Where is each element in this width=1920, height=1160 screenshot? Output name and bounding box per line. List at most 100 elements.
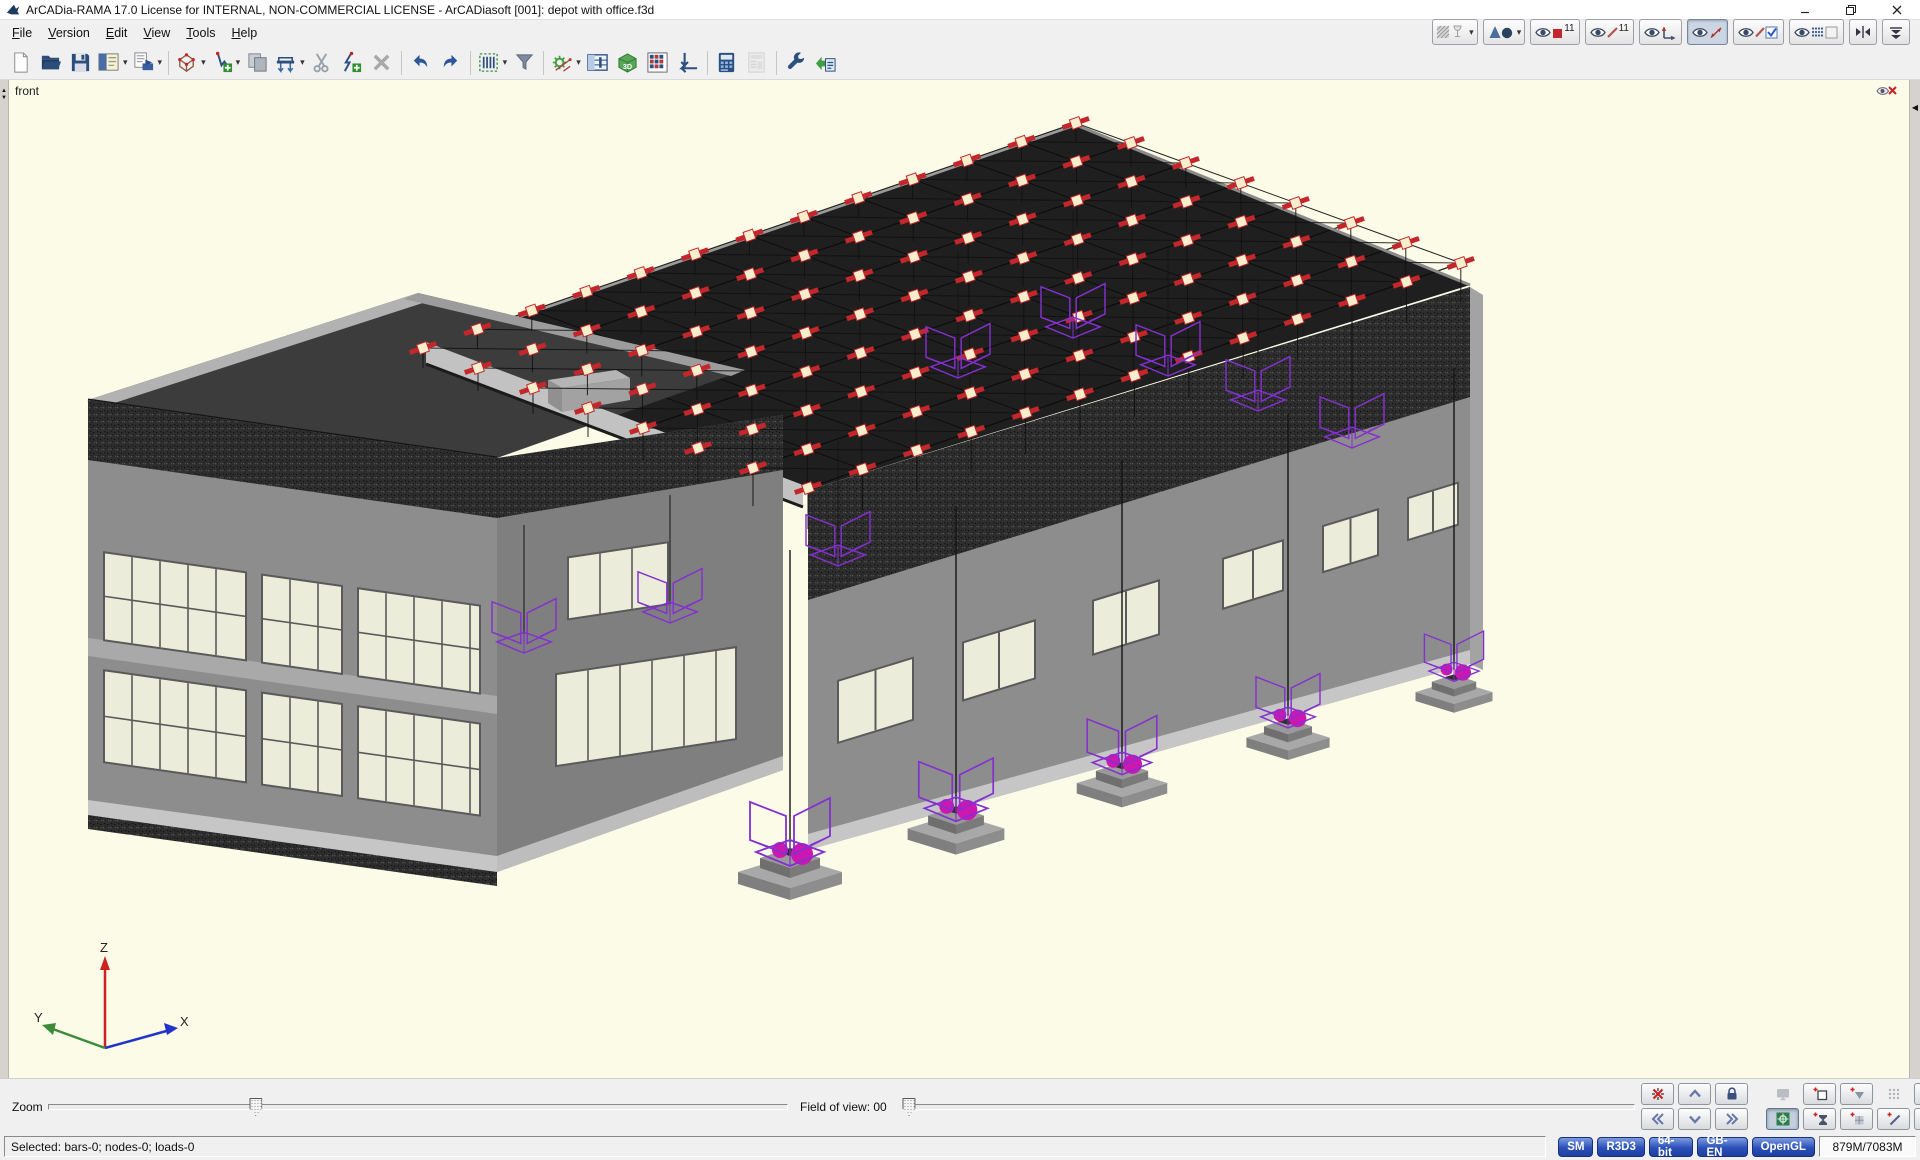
render-mode-group[interactable]: ▾ [1483, 19, 1526, 45]
navigation-button-panel [1641, 1083, 1920, 1130]
left-splitter-handle[interactable]: ▲▼ [0, 80, 9, 1078]
display-mode-group[interactable]: ▾ [1432, 19, 1478, 45]
calculation-settings-icon [550, 51, 573, 74]
center-model-button[interactable] [1766, 1108, 1799, 1130]
status-badge-opengl[interactable]: OpenGL [1752, 1137, 1815, 1157]
dropdown-caret-icon[interactable]: ▾ [123, 57, 128, 68]
new-document-button[interactable] [5, 48, 35, 77]
menu-help[interactable]: Help [223, 22, 265, 44]
view-name-label: front [15, 84, 39, 98]
show-bars-filter-button[interactable] [1733, 19, 1784, 45]
report-icon [745, 51, 768, 74]
minimize-button[interactable] [1782, 0, 1828, 19]
status-badges: SMR3D364-bitGB-ENOpenGL [1558, 1137, 1815, 1157]
pan-up-button[interactable] [1678, 1083, 1711, 1105]
close-button[interactable] [1874, 0, 1920, 19]
pan-down-button[interactable] [1678, 1108, 1711, 1130]
zoom-window-button[interactable] [1914, 1083, 1920, 1105]
selection-mode-button[interactable]: ▾ [208, 48, 243, 77]
results-matrix-button[interactable] [643, 48, 673, 77]
rotate-view-button[interactable] [1914, 1108, 1920, 1130]
section-display-button[interactable]: ▾ [475, 48, 510, 77]
show-local-axes-button[interactable] [1639, 19, 1682, 45]
filter-icon [513, 51, 536, 74]
copy-button[interactable] [242, 48, 272, 77]
toolbar-separator [401, 51, 402, 75]
zoom-selection-button[interactable] [1803, 1083, 1836, 1105]
show-mesh-panel-button[interactable] [1789, 19, 1844, 45]
show-node-numbers-icon [1535, 24, 1563, 40]
menu-tools[interactable]: Tools [178, 22, 223, 44]
abort-redraw-button[interactable] [1641, 1083, 1674, 1105]
status-badge-r3d3[interactable]: R3D3 [1597, 1137, 1644, 1157]
scene-3d-model[interactable]: ZXY [8, 80, 1912, 1078]
pan-right-button[interactable] [1715, 1108, 1748, 1130]
show-node-numbers-label: 11 [1564, 23, 1574, 34]
view-3d-button[interactable]: 3D [613, 48, 643, 77]
new-frame-3d-button[interactable]: ▾ [173, 48, 208, 77]
print-preview-button[interactable]: ▾ [130, 48, 165, 77]
assemble-structure-icon [274, 51, 297, 74]
menu-edit[interactable]: Edit [98, 22, 136, 44]
dropdown-caret-icon[interactable]: ▾ [201, 57, 206, 68]
fov-label: Field of view: 00 [800, 1100, 887, 1114]
dropdown-caret-icon[interactable]: ▾ [158, 57, 163, 68]
application-window: ArCADia-RAMA 17.0 License for INTERNAL, … [0, 0, 1920, 1160]
maximize-button[interactable] [1828, 0, 1874, 19]
redo-button[interactable] [436, 48, 466, 77]
undo-icon [409, 51, 432, 74]
cut-button[interactable] [307, 48, 337, 77]
status-badge-sm[interactable]: SM [1558, 1137, 1593, 1157]
select-region-button[interactable] [1840, 1108, 1873, 1130]
project-views-button[interactable]: ▾ [95, 48, 130, 77]
collapse-panels-vertical-button[interactable] [1882, 19, 1910, 45]
menu-file[interactable]: File [4, 22, 40, 44]
zoom-slider[interactable] [48, 1104, 788, 1110]
dropdown-caret-icon[interactable]: ▾ [503, 57, 508, 68]
dropdown-caret-icon[interactable]: ▾ [1469, 27, 1474, 38]
open-project-button[interactable] [35, 48, 65, 77]
field-of-view-slider[interactable] [905, 1104, 1635, 1110]
show-dimension-lines-button[interactable] [1687, 19, 1728, 45]
close-view-icon[interactable] [1876, 84, 1898, 103]
save-project-button[interactable] [65, 48, 95, 77]
load-to-bar-button[interactable] [673, 48, 703, 77]
calculation-settings-button[interactable]: ▾ [548, 48, 583, 77]
lock-zoom-icon [1724, 1086, 1740, 1102]
fov-slider-thumb[interactable] [902, 1098, 915, 1116]
calculations-button[interactable] [712, 48, 742, 77]
verification-button[interactable] [811, 48, 841, 77]
select-hourglass-button[interactable] [1803, 1108, 1836, 1130]
toolbar-separator [776, 51, 777, 75]
status-badge-64-bit[interactable]: 64-bit [1649, 1137, 1694, 1157]
show-bar-numbers-button[interactable]: 11 [1585, 19, 1634, 45]
select-line-button[interactable] [1877, 1108, 1910, 1130]
viewport-3d[interactable]: ▲▼ ZXY front ◀ [0, 80, 1920, 1078]
properties-table-button[interactable] [583, 48, 613, 77]
zoom-out-button[interactable] [1840, 1083, 1873, 1105]
menu-version[interactable]: Version [40, 22, 98, 44]
lock-zoom-button[interactable] [1715, 1083, 1748, 1105]
dropdown-caret-icon[interactable]: ▾ [236, 57, 241, 68]
dropdown-caret-icon[interactable]: ▾ [1517, 27, 1522, 38]
right-splitter-handle[interactable]: ◀ [1909, 80, 1920, 1078]
pan-left-button[interactable] [1641, 1108, 1674, 1130]
select-line-icon [1886, 1111, 1902, 1127]
status-badge-gb-en[interactable]: GB-EN [1697, 1137, 1747, 1157]
dropdown-caret-icon[interactable]: ▾ [576, 57, 581, 68]
zoom-out-icon [1849, 1086, 1865, 1102]
dropdown-caret-icon[interactable]: ▾ [300, 57, 305, 68]
undo-button[interactable] [406, 48, 436, 77]
menu-view[interactable]: View [135, 22, 178, 44]
show-node-numbers-button[interactable]: 11 [1530, 19, 1579, 45]
delete-button[interactable] [367, 48, 397, 77]
zoom-slider-thumb[interactable] [249, 1098, 262, 1116]
assemble-structure-button[interactable]: ▾ [272, 48, 307, 77]
new-frame-3d-icon [175, 51, 198, 74]
tools-wrench-button[interactable] [781, 48, 811, 77]
show-bars-filter-icon [1738, 24, 1779, 40]
filter-button[interactable] [509, 48, 539, 77]
collapse-panels-horizontal-button[interactable] [1849, 19, 1877, 45]
add-selection-button[interactable] [337, 48, 367, 77]
add-selection-icon [340, 51, 363, 74]
